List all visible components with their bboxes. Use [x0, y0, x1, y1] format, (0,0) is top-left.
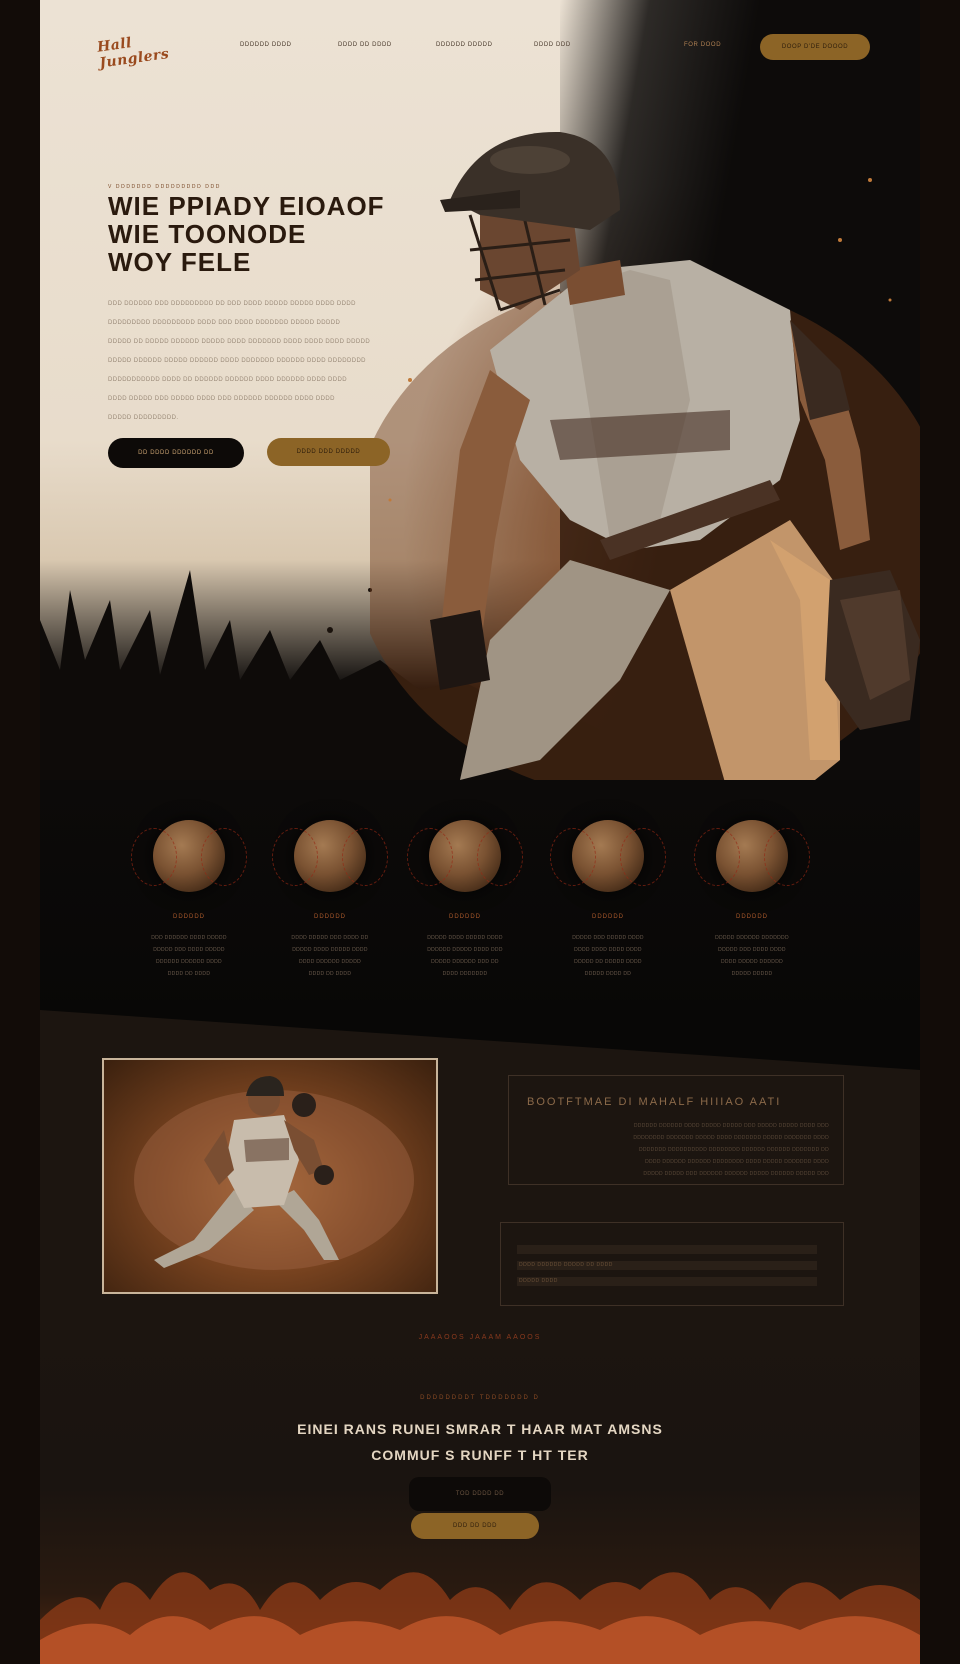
hero-body-line: DDDDDDDDDDD DDDD DD DDDDDD DDDDDD DDDD D… — [108, 377, 347, 383]
hero-title-line-1: WIE PPIADY EIOAOF — [108, 191, 385, 221]
brand-logo-text: Hall Junglers — [96, 34, 171, 72]
hero-body-line: DDDDD DDDDDDDDD. — [108, 415, 179, 421]
cta-title-line-1: EINEI RANS RUNEI SMRAR T HAAR MAT AMSNS — [297, 1421, 663, 1437]
cta-dark-button[interactable]: TOD DDDD DD — [409, 1477, 551, 1511]
feature-desc-line: DDDD DDDD DDDD DDDD — [574, 947, 642, 953]
hero-title: WIE PPIADY EIOAOF WIE TOONODE WOY FELE — [108, 192, 408, 276]
feature-desc-line: DDDDD DDDD DDDDD DDDD — [427, 935, 503, 941]
hero-eyebrow: V DDDDDDD DDDDDDDDD DDD — [108, 184, 221, 190]
cta-section-label: JAAAOOS JAAAM AAOOS — [418, 1334, 542, 1341]
feature-desc-line: DDDD DDDDDD DDDDD — [298, 959, 362, 965]
sign-in-link[interactable]: FOR DOOD — [684, 42, 721, 48]
info-card-title: BOOTFTMAE DI MAHALF HIIIAO AATI — [527, 1096, 782, 1108]
hero-primary-button[interactable]: DD DDDD DDDDDD DD — [108, 438, 244, 468]
feature-title: DDDDDD — [173, 914, 205, 920]
feature-desc-line: DDDDD DDD DDDDD DDDD — [572, 935, 644, 941]
pitcher-illustration — [134, 1076, 414, 1270]
baseball-icon — [131, 820, 247, 892]
feature-desc-line: DDDDD DDDD DD — [584, 971, 632, 977]
info-card: BOOTFTMAE DI MAHALF HIIIAO AATI DDDDDD D… — [508, 1075, 844, 1185]
feature-description: DDDD DDDDD DDD DDDD DD DDDDD DDDD DDDDD … — [270, 934, 390, 982]
baseball-icon — [694, 820, 810, 892]
hero-title-line-3: WOY FELE — [108, 247, 252, 277]
nav-link-2[interactable]: DDDD DD DDDD — [338, 42, 436, 48]
feature-card: DDDDDD DDDD DDDDD DDD DDDD DD DDDDD DDDD… — [265, 820, 395, 982]
feature-desc-line: DDDDDD DDDDD DDDD DDD — [427, 947, 503, 953]
feature-desc-line: DDDDDD DDDDDD DDDD — [156, 959, 222, 965]
feature-title: DDDDDD — [736, 914, 768, 920]
feature-description: DDDDD DDD DDDDD DDDD DDDD DDDD DDDD DDDD… — [548, 934, 668, 982]
feature-title: DDDDDD — [314, 914, 346, 920]
nav-link-1[interactable]: DDDDDD DDDD — [240, 42, 338, 48]
feature-desc-line: DDDD DD DDDD — [167, 971, 211, 977]
hero-title-line-2: WIE TOONODE — [108, 219, 307, 249]
baseball-icon — [550, 820, 666, 892]
top-navbar: Hall Junglers DDDDDD DDDD DDDD DD DDDD D… — [40, 28, 920, 72]
info-card-line: DDDD DDDDDD DDDDDD DDDDDDDD DDDD DDDDD D… — [645, 1159, 829, 1165]
feature-description: DDD DDDDDD DDDD DDDDD DDDDD DDD DDDD DDD… — [129, 934, 249, 982]
feature-desc-line: DDDDD DDDD DDDDD DDDD — [292, 947, 368, 953]
feature-desc-line: DDDDD DDDDDD DDDDDDD — [715, 935, 789, 941]
feature-description: DDDDD DDDD DDDDD DDDD DDDDDD DDDDD DDDD … — [405, 934, 525, 982]
stats-card: DDDD DDDDDD DDDDD DD DDDD DDDDD DDDD — [500, 1222, 844, 1306]
info-card-line: DDDDDDD DDDDDDDDDD DDDDDDDD DDDDDD DDDDD… — [638, 1147, 829, 1153]
cta-title: EINEI RANS RUNEI SMRAR T HAAR MAT AMSNS … — [40, 1416, 920, 1468]
feature-card: DDDDDD DDDDD DDDDDD DDDDDDD DDDDD DDD DD… — [687, 820, 817, 982]
feature-desc-line: DDDDD DD DDDDD DDDD — [574, 959, 642, 965]
stat-row: DDDDD DDDD — [517, 1277, 817, 1286]
nav-link-3[interactable]: DDDDDD DDDDD — [436, 42, 534, 48]
feature-desc-line: DDDD DD DDDD — [308, 971, 352, 977]
baseball-icon — [407, 820, 523, 892]
feature-desc-line: DDDD DDDDD DDD DDDD DD — [291, 935, 369, 941]
feature-card: DDDDDD DDDDD DDD DDDDD DDDD DDDD DDDD DD… — [543, 820, 673, 982]
feature-description: DDDDD DDDDDD DDDDDDD DDDDD DDD DDDD DDDD… — [692, 934, 812, 982]
hero-section: Hall Junglers DDDDDD DDDD DDDD DD DDDD D… — [40, 0, 920, 800]
stat-row — [517, 1245, 817, 1254]
feature-card: DDDDDD DDD DDDDDD DDDD DDDDD DDDDD DDD D… — [124, 820, 254, 982]
cta-eyebrow: DDDDDDDDT TDDDDDDD D — [420, 1395, 540, 1401]
feature-desc-line: DDDDD DDDDD — [731, 971, 773, 977]
flames-decoration — [40, 1572, 920, 1664]
feature-desc-line: DDDD DDDDDDD — [442, 971, 488, 977]
hero-body-line: DDDDD DD DDDDD DDDDDD DDDDD DDDD DDDDDDD… — [108, 339, 371, 345]
nav-cta-button[interactable]: DOOP D'DE DOOOD — [760, 34, 870, 60]
feature-card: DDDDDD DDDDD DDDD DDDDD DDDD DDDDDD DDDD… — [400, 820, 530, 982]
feature-desc-line: DDDDD DDD DDDD DDDD — [718, 947, 786, 953]
action-photo — [102, 1058, 438, 1294]
hero-body-text: DDD DDDDDD DDD DDDDDDDDD DD DDD DDDD DDD… — [108, 300, 393, 433]
page-frame: Hall Junglers DDDDDD DDDD DDDD DD DDDD D… — [40, 0, 920, 1664]
baseball-player-illustration — [370, 131, 920, 800]
cta-gold-button[interactable]: DDD DD DDD — [411, 1513, 539, 1539]
info-card-line: DDDDD DDDDD DDD DDDDDD DDDDDD DDDDD DDDD… — [643, 1171, 829, 1177]
info-card-body: DDDDDD DDDDDD DDDD DDDDD DDDDD DDD DDDDD… — [539, 1122, 829, 1182]
feature-title: DDDDDD — [449, 914, 481, 920]
hero-body-line: DDDDD DDDDDD DDDDD DDDDDD DDDD DDDDDDD D… — [108, 358, 366, 364]
info-card-line: DDDDDDDD DDDDDDD DDDDD DDDD DDDDDDD DDDD… — [633, 1135, 829, 1141]
hero-body-line: DDDD DDDDD DDD DDDDD DDDD DDD DDDDDD DDD… — [108, 396, 335, 402]
nav-links: DDDDDD DDDD DDDD DD DDDD DDDDDD DDDDD DD… — [240, 42, 632, 48]
hero-body-line: DDD DDDDDD DDD DDDDDDDDD DD DDD DDDD DDD… — [108, 301, 356, 307]
feature-desc-line: DDDDD DDD DDDD DDDDD — [153, 947, 225, 953]
feature-desc-line: DDDD DDDDD DDDDDD — [720, 959, 784, 965]
baseball-icon — [272, 820, 388, 892]
brand-logo[interactable]: Hall Junglers — [96, 32, 180, 72]
stat-row: DDDD DDDDDD DDDDD DD DDDD — [517, 1261, 817, 1270]
nav-link-4[interactable]: DDDD DDD — [534, 42, 632, 48]
feature-desc-line: DDD DDDDDD DDDD DDDDD — [151, 935, 227, 941]
cta-title-line-2: COMMUF S RUNFF T HT TER — [371, 1447, 589, 1463]
hero-body-line: DDDDDDDDD DDDDDDDDD DDDD DDD DDDD DDDDDD… — [108, 320, 341, 326]
info-card-line: DDDDDD DDDDDD DDDD DDDDD DDDDD DDD DDDDD… — [633, 1123, 829, 1129]
hero-secondary-button[interactable]: DDDD DDD DDDDD — [267, 438, 390, 466]
feature-title: DDDDDD — [592, 914, 624, 920]
feature-desc-line: DDDDD DDDDDD DDD DD — [431, 959, 499, 965]
